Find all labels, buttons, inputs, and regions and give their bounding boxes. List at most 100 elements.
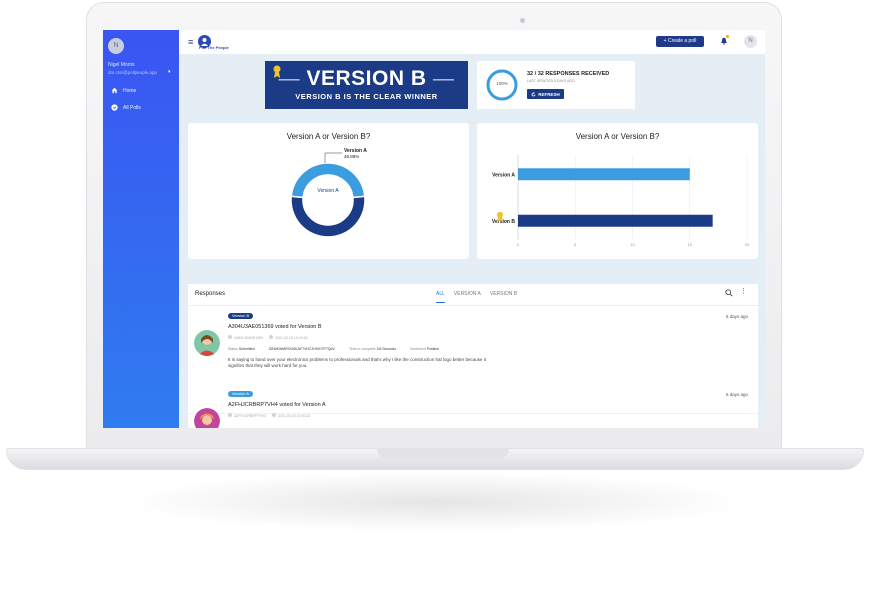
status-value: Submitted (238, 347, 255, 351)
bell-icon[interactable] (720, 37, 728, 47)
bar-chart-title: Version A or Version B? (575, 132, 660, 141)
laptop-notch (377, 449, 509, 458)
meta-date-text: 2021-02-16 10:43:26 (275, 336, 308, 340)
meta-id-text: A2FHJCRBRP7VH4 (234, 414, 266, 418)
version-badge: Version A (228, 391, 253, 397)
meta-id-text: A304U3AE051369 (234, 336, 263, 340)
check-circle-icon (111, 104, 118, 111)
sentiment-value: Positive (426, 347, 439, 351)
banner-subtitle: VERSION B IS THE CLEAR WINNER (295, 92, 438, 101)
more-vertical-icon[interactable]: ⋮ (740, 288, 747, 296)
tab-version-a[interactable]: VERSION A (454, 291, 481, 303)
banner-title: — VERSION B — (265, 67, 468, 91)
x-tick-label: 10 (630, 242, 635, 247)
version-badge: Version B (228, 313, 254, 319)
refresh-button[interactable]: REFRESH (527, 89, 564, 99)
token-stat: 3GWKWMROUSKAF7VHCJHIVH7P7Q6V (269, 347, 335, 351)
donut-chart-card: Version A or Version B? Version A Version… (188, 123, 469, 259)
create-poll-button[interactable]: + Create a poll (656, 36, 704, 47)
x-tick-label: 5 (574, 242, 577, 247)
bar-version-b[interactable] (518, 214, 713, 227)
response-meta: A304U3AE051369 2021-02-16 10:43:26 (228, 335, 308, 340)
sidebar-user-name: Nigel Morris (108, 62, 135, 68)
sentiment-stat: Sentiment Positive (410, 347, 439, 351)
respondent-avatar (194, 330, 220, 356)
x-tick-label: 20 (745, 242, 750, 247)
laptop-base (6, 448, 864, 470)
banner-title-text: VERSION B (306, 67, 427, 90)
panel-divider (188, 305, 758, 306)
top-bar: ≡ Poll The People + Create a poll N (179, 30, 765, 54)
response-meta: A2FHJCRBRP7VH4 2021-02-16 10:40:22 (228, 413, 310, 418)
responses-tabs: ALL VERSION A VERSION B (436, 291, 517, 303)
annotation-value: 46.88% (344, 154, 359, 159)
category-label: Version B (492, 219, 515, 225)
status-label: Status (228, 347, 238, 351)
voter-line: A304U3AE051369 voted for Version B (228, 324, 322, 330)
tab-version-b[interactable]: VERSION B (490, 291, 517, 303)
donut-chart: Version AVersion A46.88% (290, 148, 367, 238)
responses-panel: Responses ALL VERSION A VERSION B ⋮ Vers… (188, 284, 758, 428)
token-value: 3GWKWMROUSKAF7VHCJHIVH7P7Q6V (268, 347, 335, 351)
x-tick-label: 0 (517, 242, 520, 247)
category-label: Version A (492, 172, 515, 178)
refresh-icon (531, 91, 536, 96)
laptop-shadow (120, 472, 750, 532)
menu-icon[interactable]: ≡ (188, 38, 193, 47)
sidebar-item-home[interactable]: Home (111, 87, 136, 94)
bar-chart-card: Version A or Version B? 0 5 10 15 20 Version … (477, 123, 758, 259)
meta-date: 2021-02-16 10:40:22 (271, 413, 311, 418)
annotation-leader (324, 152, 342, 163)
donut-inner-label: Version A (317, 188, 339, 194)
sidebar-user-email: dm.ctor@pollpeople.app (108, 70, 157, 75)
responses-heading: Responses (195, 291, 226, 297)
user-avatar[interactable]: N (744, 35, 757, 48)
response-time: 6 days ago (726, 392, 749, 397)
responses-received-card: 100% 32 / 32 RESPONSES RECEIVED LAST UPD… (477, 61, 635, 109)
refresh-label: REFRESH (538, 91, 560, 97)
ttc-value: 1M Seconds (376, 347, 396, 351)
respondent-avatar (194, 408, 220, 428)
bar-version-a[interactable] (518, 168, 690, 181)
tab-all[interactable]: ALL (436, 291, 445, 303)
user-icon (228, 413, 232, 417)
ttc-label: Time to complete (348, 347, 376, 351)
award-icon (497, 211, 503, 222)
sentiment-label: Sentiment (409, 347, 426, 351)
sidebar: N Nigel Morris dm.ctor@pollpeople.app ▾ … (103, 30, 179, 428)
app-screen: N Nigel Morris dm.ctor@pollpeople.app ▾ … (103, 30, 765, 428)
sidebar-item-all-polls[interactable]: All Polls (111, 104, 141, 111)
banner-dash-right: — (426, 67, 455, 90)
meta-id: A304U3AE051369 (228, 335, 263, 340)
response-comment: It is saying to hand over your electroni… (228, 357, 486, 368)
home-icon (111, 87, 118, 94)
notification-dot (726, 35, 729, 38)
logo-text: Poll The People (199, 45, 229, 50)
donut-chart-title: Version A or Version B? (286, 132, 371, 141)
x-tick-label: 15 (688, 242, 693, 247)
response-time: 6 days ago (726, 314, 749, 319)
status-stat: Status Submitted (228, 347, 255, 351)
banner-dash-left: — (278, 67, 307, 90)
calendar-icon (269, 335, 273, 339)
camera-dot (520, 18, 525, 23)
search-icon[interactable] (725, 289, 733, 297)
voter-line: A2FHJCRBRP7VH4 voted for Version A (228, 402, 326, 408)
meta-id: A2FHJCRBRP7VH4 (228, 413, 266, 418)
sidebar-item-label: All Polls (123, 104, 141, 111)
sidebar-avatar[interactable]: N (108, 38, 124, 54)
meta-date: 2021-02-16 10:43:26 (269, 335, 308, 340)
winner-banner: — VERSION B — VERSION B IS THE CLEAR WIN… (265, 61, 468, 109)
responses-received-title: 32 / 32 RESPONSES RECEIVED (527, 71, 610, 77)
ttc-stat: Time to complete 1M Seconds (349, 347, 396, 351)
meta-date-text: 2021-02-16 10:40:22 (277, 414, 311, 418)
response-stats: Status Submitted 3GWKWMROUSKAF7VHCJHIVH7… (228, 347, 439, 351)
user-icon (228, 335, 232, 339)
calendar-icon (271, 413, 276, 417)
donut-hole (304, 176, 352, 224)
bar-chart: 0 5 10 15 20 Version A Version B (492, 155, 750, 247)
progress-percent: 100% (496, 81, 508, 86)
account-dropdown-icon[interactable]: ▾ (168, 69, 171, 75)
sidebar-item-label: Home (123, 87, 137, 94)
last-updated-text: LAST UPDATED 5 DAYS AGO (527, 79, 575, 83)
